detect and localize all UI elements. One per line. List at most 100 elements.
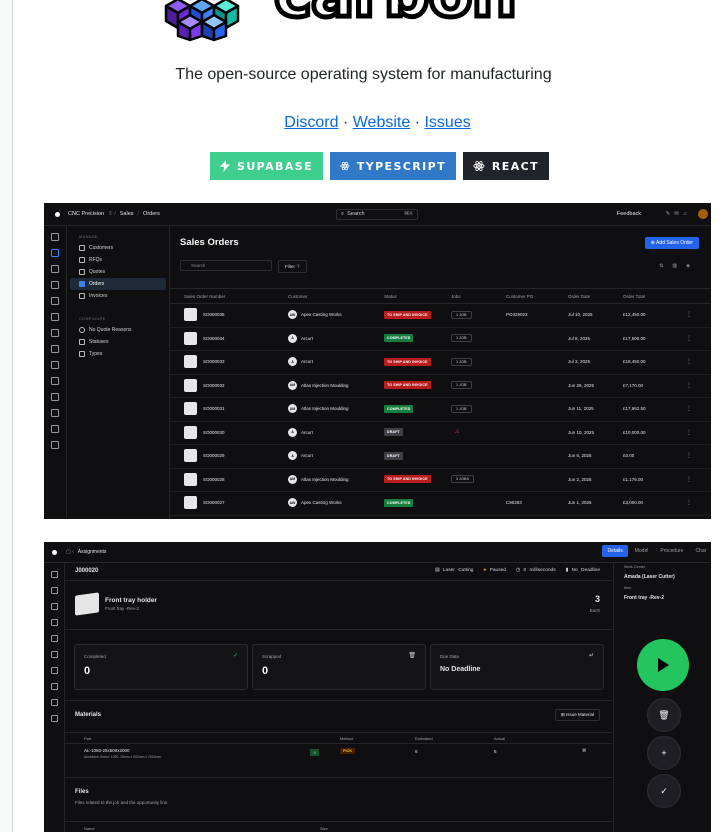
rail-icon[interactable] bbox=[50, 635, 58, 642]
order-number[interactable]: SO000031 bbox=[203, 406, 225, 411]
play-button[interactable] bbox=[637, 639, 689, 691]
completed-card[interactable]: Completed ✓ 0 bbox=[74, 644, 248, 690]
rail-icon[interactable] bbox=[51, 377, 59, 385]
scrap-button[interactable]: 🗑 bbox=[647, 698, 681, 732]
row-menu-icon[interactable]: ⋮ bbox=[686, 303, 692, 327]
tab-procedure[interactable]: Procedure bbox=[655, 545, 688, 557]
breadcrumb-orders[interactable]: Orders bbox=[143, 211, 160, 217]
jobs-badge[interactable]: 3 JOBS bbox=[451, 475, 475, 484]
table-search-input[interactable]: Search bbox=[180, 260, 272, 271]
sidebar-item-orders[interactable]: Orders bbox=[70, 278, 166, 290]
tab-chat[interactable]: Chat bbox=[690, 545, 711, 557]
website-link[interactable]: Website bbox=[353, 114, 411, 131]
typescript-badge[interactable]: TYPESCRIPT bbox=[330, 152, 456, 180]
table-tool-icons[interactable]: ⇅▥◈ bbox=[659, 263, 699, 269]
rail-icon[interactable] bbox=[51, 233, 59, 241]
table-row[interactable]: SO000027 AW Apex Casting Works COMPLETED C90… bbox=[170, 491, 711, 516]
order-number[interactable]: SO000035 bbox=[203, 312, 225, 317]
filter-button[interactable]: Filter ⊤ bbox=[278, 260, 308, 273]
rail-icon[interactable] bbox=[51, 345, 59, 353]
row-menu-icon[interactable]: ⋮ bbox=[686, 397, 692, 421]
order-number[interactable]: SO000028 bbox=[203, 477, 225, 482]
rail-icon[interactable] bbox=[51, 441, 59, 449]
rail-icon[interactable] bbox=[51, 409, 59, 417]
rail-icon[interactable] bbox=[50, 587, 58, 594]
rail-icon[interactable] bbox=[50, 699, 58, 706]
sidebar-item-no-quote-reasons[interactable]: No Quote Reasons bbox=[67, 324, 169, 336]
issue-material-button[interactable]: ⊞ Issue Material bbox=[554, 709, 600, 721]
react-badge[interactable]: REACT bbox=[463, 152, 549, 180]
row-menu-icon[interactable]: ⋮ bbox=[686, 421, 692, 445]
rail-icon[interactable] bbox=[51, 281, 59, 289]
col-status[interactable]: Status bbox=[384, 289, 397, 303]
rail-icon[interactable] bbox=[51, 393, 59, 401]
table-row[interactable]: SO000028 AM Atlas Injection Moulding TO SHI… bbox=[170, 468, 711, 492]
add-button[interactable]: + bbox=[647, 736, 681, 770]
tab-model[interactable]: Model bbox=[630, 545, 654, 557]
rail-icon[interactable] bbox=[51, 249, 59, 257]
jobs-badge[interactable]: 1 JOB bbox=[451, 381, 472, 390]
order-number[interactable]: SO000029 bbox=[203, 453, 225, 458]
order-number[interactable]: SO000033 bbox=[203, 359, 225, 364]
rail-icon[interactable] bbox=[51, 297, 59, 305]
table-row[interactable]: SO000032 AM Atlas Injection Moulding TO SHI… bbox=[170, 374, 711, 398]
col-order-date[interactable]: Order Date bbox=[568, 289, 590, 303]
table-row[interactable]: SO000029 A Arcurt DRAFT Jun 6, 2025 £0.00 ⋮ bbox=[170, 444, 711, 469]
global-search[interactable]: ⌕ Search ⌘K bbox=[336, 208, 418, 220]
col-order-total[interactable]: Order Total bbox=[623, 289, 645, 303]
jobs-badge[interactable]: 1 JOB bbox=[451, 310, 472, 319]
sidebar-item-rfqs[interactable]: RFQs bbox=[67, 254, 169, 266]
scrapped-card[interactable]: Scrapped 🗑 0 bbox=[252, 644, 426, 690]
row-menu-icon[interactable]: ⋮ bbox=[686, 444, 692, 468]
jobs-badge[interactable]: 1 JOB bbox=[451, 357, 472, 366]
feedback-button[interactable]: Feedback bbox=[617, 211, 641, 217]
table-row[interactable]: SO000031 AM Atlas Injection Moulding COMPLE… bbox=[170, 397, 711, 422]
complete-button[interactable]: ✓ bbox=[647, 774, 681, 808]
issues-link[interactable]: Issues bbox=[424, 114, 470, 131]
jobs-badge[interactable]: 1 JOB bbox=[451, 334, 472, 343]
rail-icon[interactable] bbox=[50, 667, 58, 674]
row-menu-icon[interactable]: ⋮ bbox=[686, 491, 692, 515]
table-row[interactable]: SO000033 A Arcurt TO SHIP AND INVOICE 1 JOB J… bbox=[170, 350, 711, 375]
discord-link[interactable]: Discord bbox=[284, 114, 338, 131]
rail-icon[interactable] bbox=[51, 425, 59, 433]
rail-icon[interactable] bbox=[50, 651, 58, 658]
rail-icon[interactable] bbox=[50, 715, 58, 722]
row-menu-icon[interactable]: ⋮ bbox=[686, 468, 692, 492]
rail-icon[interactable] bbox=[51, 329, 59, 337]
col-customer-po[interactable]: Customer PO bbox=[506, 289, 533, 303]
table-row[interactable]: SO000035 AW Apex Casting Works TO SHIP AND … bbox=[170, 303, 711, 328]
row-menu-icon[interactable]: ⋮ bbox=[686, 374, 692, 398]
table-row[interactable]: SO000030 A Arcurt DRAFT ⚠ Jun 10, 2025 £10,000… bbox=[170, 421, 711, 445]
sidebar-item-quotes[interactable]: Quotes bbox=[67, 266, 169, 278]
order-number[interactable]: SO000027 bbox=[203, 500, 225, 505]
material-row[interactable]: AL-1050-25x500x2000 Aluminum Sheet, 1050… bbox=[65, 743, 612, 763]
rail-icon[interactable] bbox=[50, 683, 58, 690]
order-number[interactable]: SO000032 bbox=[203, 383, 225, 388]
rail-icon[interactable] bbox=[50, 571, 58, 578]
jobs-badge[interactable]: 1 JOB bbox=[451, 404, 472, 413]
sidebar-item-types[interactable]: Types bbox=[67, 348, 169, 360]
sidebar-item-customers[interactable]: Customers bbox=[67, 242, 169, 254]
material-action-icon[interactable]: ⌘ bbox=[582, 748, 587, 754]
sidebar-item-invoices[interactable]: Invoices bbox=[67, 290, 169, 302]
breadcrumb-sales[interactable]: Sales bbox=[120, 211, 134, 217]
add-sales-order-button[interactable]: ⊕ Add Sales Order bbox=[644, 237, 699, 249]
back-icon[interactable]: ▢ ‹ bbox=[66, 549, 74, 555]
supabase-badge[interactable]: SUPABASE bbox=[210, 152, 323, 180]
rail-icon[interactable] bbox=[51, 361, 59, 369]
company-switcher[interactable]: CNC Precision bbox=[68, 211, 104, 217]
user-avatar[interactable] bbox=[698, 209, 708, 219]
rail-icon[interactable] bbox=[51, 265, 59, 273]
col-jobs[interactable]: Jobs bbox=[451, 289, 461, 303]
breadcrumb-assignments[interactable]: Assignments bbox=[78, 549, 107, 555]
col-sales-order-number[interactable]: Sales Order Number bbox=[184, 289, 225, 303]
order-number[interactable]: SO000034 bbox=[203, 336, 225, 341]
row-menu-icon[interactable]: ⋮ bbox=[686, 350, 692, 374]
due-date-card[interactable]: Due Date ↵ No Deadline bbox=[430, 644, 604, 690]
col-customer[interactable]: Customer bbox=[288, 289, 308, 303]
tab-details[interactable]: Details bbox=[602, 545, 628, 557]
order-number[interactable]: SO000030 bbox=[203, 430, 225, 435]
rail-icon[interactable] bbox=[50, 619, 58, 626]
rail-icon[interactable] bbox=[51, 313, 59, 321]
